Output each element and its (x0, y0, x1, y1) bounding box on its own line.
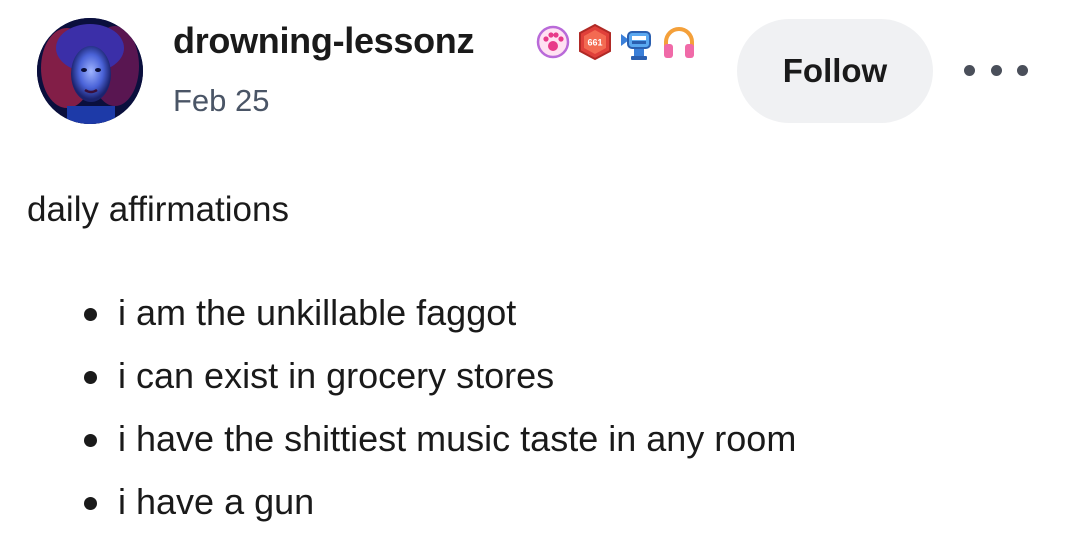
affirmations-list: i am the unkillable faggot i can exist i… (75, 286, 796, 538)
list-item-text: i have a gun (118, 481, 315, 522)
list-item-text: i can exist in grocery stores (118, 355, 555, 396)
post-title: daily affirmations (27, 190, 289, 229)
list-item: i am the unkillable faggot (75, 286, 796, 349)
username[interactable]: drowning-lessonz (173, 20, 475, 62)
list-item: i have the shittiest music taste in any … (75, 412, 796, 475)
paw-badge-icon[interactable] (535, 22, 571, 62)
hexagon-661-badge-icon[interactable]: 661 (577, 22, 613, 62)
bullet-icon (84, 434, 97, 447)
more-options-icon[interactable] (964, 52, 1028, 88)
follow-button[interactable]: Follow (737, 19, 933, 123)
list-item: i have a gun (75, 475, 796, 538)
bullet-icon (84, 371, 97, 384)
badge-row: 661 (535, 22, 697, 62)
more-dot (964, 64, 975, 76)
bullet-icon (84, 308, 97, 321)
list-item-text: i am the unkillable faggot (118, 292, 517, 333)
post-card: drowning-lessonz 661 Feb 25 Follow daily… (0, 0, 1080, 552)
avatar[interactable] (37, 18, 143, 124)
list-item-text: i have the shittiest music taste in any … (118, 418, 797, 459)
avatar-image (37, 18, 143, 124)
badge-number: 661 (587, 38, 602, 48)
post-date[interactable]: Feb 25 (173, 83, 270, 119)
more-dot (1017, 64, 1028, 76)
headphones-badge-icon[interactable] (661, 22, 697, 62)
robot-fish-badge-icon[interactable] (619, 22, 655, 62)
list-item: i can exist in grocery stores (75, 349, 796, 412)
bullet-icon (84, 497, 97, 510)
more-dot (990, 64, 1002, 76)
